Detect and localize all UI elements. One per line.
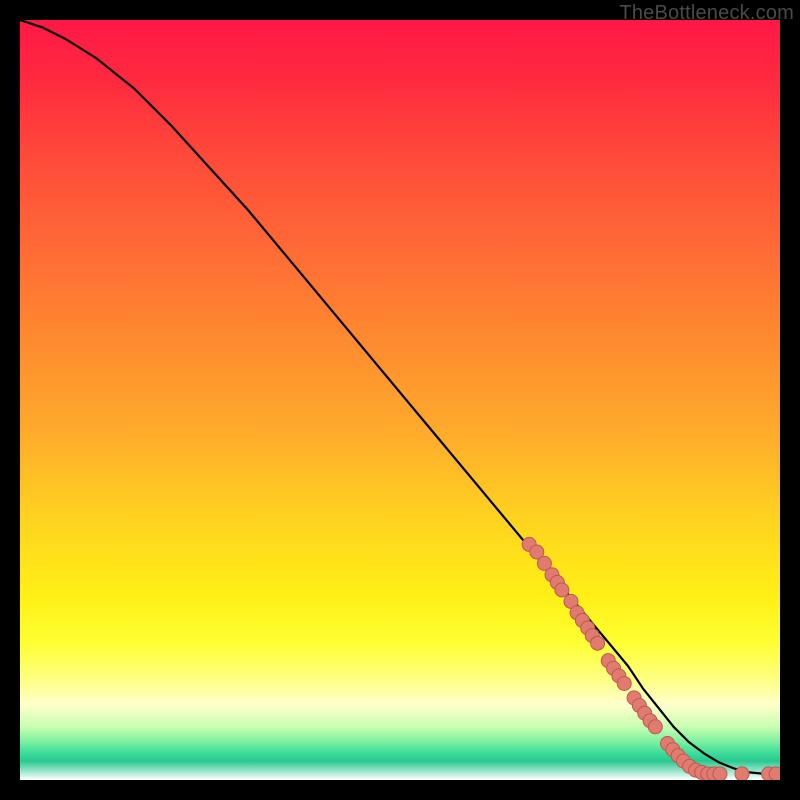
plot-area (20, 20, 780, 780)
chart-frame: TheBottleneck.com (0, 0, 800, 800)
